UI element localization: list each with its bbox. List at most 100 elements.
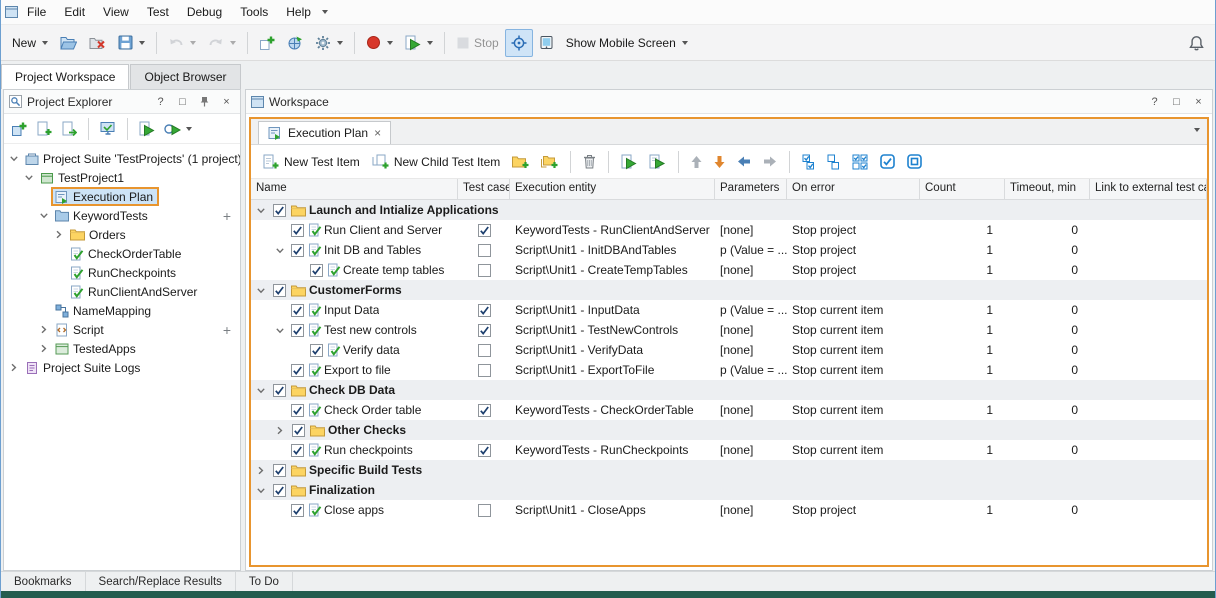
move-up-button[interactable] bbox=[686, 152, 707, 172]
column-header-on-error[interactable]: On error bbox=[787, 179, 920, 199]
tree-item-core[interactable]: TestProject1 bbox=[36, 168, 130, 187]
add-child-button[interactable]: + bbox=[223, 323, 231, 337]
plan-group-check-db-data[interactable]: Check DB Data bbox=[251, 380, 1207, 400]
checkpoint-wizard-button[interactable] bbox=[281, 29, 309, 57]
tree-item-script[interactable]: Script+ bbox=[4, 320, 240, 339]
indent-button[interactable] bbox=[758, 153, 782, 170]
expander-icon[interactable] bbox=[254, 206, 268, 215]
menu-tools[interactable]: Tools bbox=[231, 1, 277, 23]
plan-item-verify-data[interactable]: Verify dataScript\Unit1 - VerifyData[non… bbox=[251, 340, 1207, 360]
expander-icon[interactable] bbox=[254, 466, 268, 475]
test-case-checkbox[interactable] bbox=[478, 444, 491, 457]
close-tab-icon[interactable]: × bbox=[374, 127, 381, 139]
tree-item-checkordertable[interactable]: CheckOrderTable bbox=[4, 244, 240, 263]
plan-item-init-db-and-tables[interactable]: Init DB and TablesScript\Unit1 - InitDBA… bbox=[251, 240, 1207, 260]
delete-item-button[interactable] bbox=[578, 151, 601, 172]
record-button[interactable] bbox=[360, 29, 399, 57]
mobile-screen-button[interactable] bbox=[533, 29, 560, 57]
notifications-button[interactable] bbox=[1183, 29, 1210, 57]
plan-group-specific-build-tests[interactable]: Specific Build Tests bbox=[251, 460, 1207, 480]
tree-item-testedapps[interactable]: TestedApps bbox=[4, 339, 240, 358]
column-header-parameters[interactable]: Parameters bbox=[715, 179, 787, 199]
column-header-name[interactable]: Name bbox=[251, 179, 458, 199]
test-case-checkbox[interactable] bbox=[478, 304, 491, 317]
help-button[interactable]: ? bbox=[152, 93, 169, 110]
save-button[interactable] bbox=[112, 29, 151, 57]
plan-item-test-new-controls[interactable]: Test new controlsScript\Unit1 - TestNewC… bbox=[251, 320, 1207, 340]
enabled-checkbox[interactable] bbox=[310, 344, 323, 357]
maximize-button[interactable]: □ bbox=[174, 93, 191, 110]
new-test-item-button[interactable]: New Test Item bbox=[257, 151, 365, 173]
column-header-link-to-external-test-case[interactable]: Link to external test case bbox=[1090, 179, 1207, 199]
close-panel-button[interactable]: × bbox=[218, 93, 235, 110]
maximize-button[interactable]: □ bbox=[1168, 93, 1185, 110]
enabled-checkbox[interactable] bbox=[291, 364, 304, 377]
column-header-execution-entity[interactable]: Execution entity bbox=[510, 179, 715, 199]
tree-item-core[interactable]: KeywordTests bbox=[51, 206, 154, 225]
close-panel-button[interactable]: × bbox=[1190, 93, 1207, 110]
close-button[interactable] bbox=[83, 29, 112, 57]
display-object-spy-button[interactable] bbox=[505, 29, 533, 57]
help-button[interactable]: ? bbox=[1146, 93, 1163, 110]
plan-item-create-temp-tables[interactable]: Create temp tablesScript\Unit1 - CreateT… bbox=[251, 260, 1207, 280]
enabled-checkbox[interactable] bbox=[273, 484, 286, 497]
stop-button[interactable]: Stop bbox=[450, 29, 505, 57]
run-button[interactable] bbox=[399, 29, 439, 57]
tree-item-core[interactable]: TestedApps bbox=[51, 339, 142, 358]
bottom-tab-bookmarks[interactable]: Bookmarks bbox=[1, 572, 86, 591]
tree-item-core[interactable]: CheckOrderTable bbox=[66, 244, 187, 263]
add-existing-item-button[interactable] bbox=[58, 117, 80, 141]
tree-item-project-suite-testprojects-1-project[interactable]: Project Suite 'TestProjects' (1 project) bbox=[4, 149, 240, 168]
tree-item-runcheckpoints[interactable]: RunCheckpoints bbox=[4, 263, 240, 282]
tree-item-runclientandserver[interactable]: RunClientAndServer bbox=[4, 282, 240, 301]
move-down-button[interactable] bbox=[709, 152, 730, 172]
tree-item-namemapping[interactable]: NameMapping bbox=[4, 301, 240, 320]
enabled-checkbox[interactable] bbox=[291, 324, 304, 337]
run-focused-item-button[interactable] bbox=[644, 151, 671, 173]
test-case-checkbox[interactable] bbox=[478, 324, 491, 337]
enable-project-button[interactable] bbox=[97, 117, 119, 141]
enabled-checkbox[interactable] bbox=[273, 204, 286, 217]
enabled-checkbox[interactable] bbox=[291, 304, 304, 317]
menu-overflow-icon[interactable] bbox=[322, 10, 328, 14]
enabled-checkbox[interactable] bbox=[291, 244, 304, 257]
test-case-checkbox[interactable] bbox=[478, 264, 491, 277]
expander-icon[interactable] bbox=[273, 326, 287, 335]
test-case-checkbox[interactable] bbox=[478, 244, 491, 257]
tree-item-core[interactable]: Orders bbox=[66, 225, 132, 244]
expander-icon[interactable] bbox=[7, 154, 21, 163]
enabled-checkbox[interactable] bbox=[291, 224, 304, 237]
menu-help[interactable]: Help bbox=[277, 1, 320, 23]
unmark-test-case-button[interactable] bbox=[902, 151, 927, 172]
tree-item-orders[interactable]: Orders bbox=[4, 225, 240, 244]
run-selected-button[interactable] bbox=[161, 117, 195, 141]
enabled-checkbox[interactable] bbox=[291, 444, 304, 457]
tab-list-dropdown-icon[interactable] bbox=[1194, 128, 1200, 132]
new-group-button[interactable] bbox=[507, 152, 534, 172]
expander-icon[interactable] bbox=[254, 286, 268, 295]
add-new-item-button[interactable] bbox=[253, 29, 281, 57]
menu-file[interactable]: File bbox=[18, 1, 55, 23]
plan-item-run-client-and-server[interactable]: Run Client and ServerKeywordTests - RunC… bbox=[251, 220, 1207, 240]
test-case-checkbox[interactable] bbox=[478, 224, 491, 237]
pin-button[interactable] bbox=[196, 93, 213, 110]
enabled-checkbox[interactable] bbox=[292, 424, 305, 437]
check-children-button[interactable] bbox=[847, 151, 873, 173]
plan-group-finalization[interactable]: Finalization bbox=[251, 480, 1207, 500]
test-case-checkbox[interactable] bbox=[478, 364, 491, 377]
column-header-timeout-min[interactable]: Timeout, min bbox=[1005, 179, 1090, 199]
outdent-button[interactable] bbox=[732, 153, 756, 170]
enabled-checkbox[interactable] bbox=[273, 464, 286, 477]
plan-item-check-order-table[interactable]: Check Order tableKeywordTests - CheckOrd… bbox=[251, 400, 1207, 420]
expander-icon[interactable] bbox=[273, 246, 287, 255]
plan-item-export-to-file[interactable]: Export to fileScript\Unit1 - ExportToFil… bbox=[251, 360, 1207, 380]
options-button[interactable] bbox=[309, 29, 349, 57]
expander-icon[interactable] bbox=[37, 211, 51, 220]
enabled-checkbox[interactable] bbox=[291, 404, 304, 417]
new-child-test-item-button[interactable]: New Child Test Item bbox=[367, 151, 505, 173]
open-button[interactable] bbox=[54, 29, 83, 57]
tree-item-core[interactable]: RunCheckpoints bbox=[66, 263, 182, 282]
enabled-checkbox[interactable] bbox=[310, 264, 323, 277]
new-project-button[interactable] bbox=[8, 117, 30, 141]
add-child-button[interactable]: + bbox=[223, 209, 231, 223]
